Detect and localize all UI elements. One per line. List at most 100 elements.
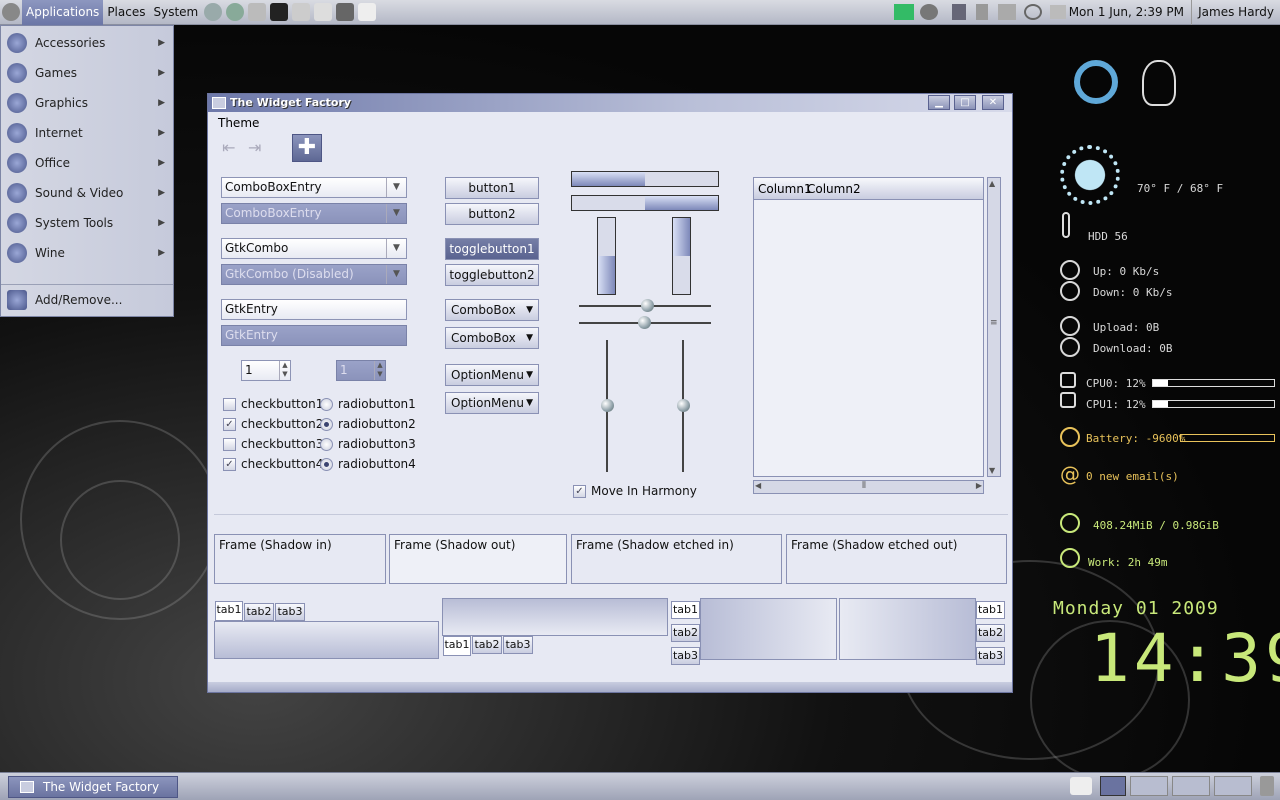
togglebutton2[interactable]: togglebutton2	[445, 264, 539, 286]
notebook-right-tab1[interactable]: tab1	[976, 601, 1005, 619]
battery-icon[interactable]	[952, 4, 966, 20]
menu-item-wine[interactable]: Wine ▶	[1, 238, 173, 268]
combobox2[interactable]: ComboBox ▼	[445, 327, 539, 349]
file-icon[interactable]	[248, 3, 267, 21]
window-statusbar	[208, 682, 1012, 692]
chevron-down-icon[interactable]: ▼	[386, 239, 406, 258]
notebook-top-tab3[interactable]: tab3	[275, 603, 305, 621]
title-bar[interactable]: The Widget Factory ▁ □ ✕	[208, 94, 1012, 112]
volume-icon[interactable]	[976, 4, 988, 20]
notebook-top-tab2[interactable]: tab2	[244, 603, 274, 621]
notebook-left-tab1[interactable]: tab1	[671, 601, 700, 619]
terminal-icon[interactable]	[270, 3, 289, 21]
notebook-right-tab2[interactable]: tab2	[976, 624, 1005, 642]
menu-item-sound-video[interactable]: Sound & Video ▶	[1, 178, 173, 208]
places-menu[interactable]: Places	[103, 0, 149, 25]
gtk-entry[interactable]: GtkEntry	[221, 299, 407, 320]
radiobutton2-circle[interactable]	[320, 418, 333, 431]
checkbutton2-box[interactable]: ✓	[223, 418, 236, 431]
monitor-icon[interactable]	[894, 4, 914, 20]
horizontal-scrollbar[interactable]: ◀ ⦀ ▶	[753, 480, 984, 494]
notebook-left	[700, 598, 837, 660]
notebook-right-tab3[interactable]: tab3	[976, 647, 1005, 665]
vertical-scrollbar[interactable]: ▲ ≡ ▼	[987, 177, 1001, 477]
menu-item-office[interactable]: Office ▶	[1, 148, 173, 178]
panel-clock[interactable]: Mon 1 Jun, 2:39 PM	[1069, 0, 1184, 25]
radiobutton3-circle[interactable]	[320, 438, 333, 451]
notes-icon[interactable]	[314, 3, 333, 21]
notebook-left-tab2[interactable]: tab2	[671, 624, 700, 642]
scroll-left-icon[interactable]: ◀	[755, 481, 761, 490]
combobox1[interactable]: ComboBox ▼	[445, 299, 539, 321]
workspace-3[interactable]	[1172, 776, 1210, 796]
system-menu[interactable]: System	[149, 0, 202, 25]
checkbutton3-box[interactable]	[223, 438, 236, 451]
maximize-button[interactable]: □	[954, 95, 976, 110]
chevron-down-icon[interactable]: ▼	[386, 178, 406, 197]
notebook-left-tab3[interactable]: tab3	[671, 647, 700, 665]
notebook-bottom-tab2[interactable]: tab2	[472, 636, 502, 654]
workspace-4[interactable]	[1214, 776, 1252, 796]
mail-icon[interactable]	[226, 3, 245, 21]
back-icon[interactable]: ⇤	[222, 138, 244, 158]
theme-menu[interactable]: Theme	[218, 116, 259, 130]
hprogress-2	[571, 195, 719, 211]
button1[interactable]: button1	[445, 177, 539, 199]
scroll-up-icon[interactable]: ▲	[989, 179, 995, 188]
spin-arrows-icon[interactable]: ▲ ▼	[279, 361, 290, 380]
checkbutton4-box[interactable]: ✓	[223, 458, 236, 471]
hscale-2-knob[interactable]	[638, 316, 651, 329]
togglebutton1[interactable]: togglebutton1	[445, 238, 539, 260]
net-up: Up: 0 Kb/s	[1093, 265, 1160, 278]
camera-icon[interactable]	[336, 3, 355, 21]
column2-header[interactable]: Column2	[807, 182, 861, 196]
show-desktop-icon[interactable]	[1070, 777, 1092, 795]
optionmenu2[interactable]: OptionMenu ▼	[445, 392, 539, 414]
games-icon	[7, 63, 27, 83]
scroll-grip-icon[interactable]: ≡	[990, 318, 998, 328]
combobox-entry[interactable]: ComboBoxEntry ▼	[221, 177, 407, 198]
optionmenu1[interactable]: OptionMenu ▼	[445, 364, 539, 386]
notebook-bottom-tab3[interactable]: tab3	[503, 636, 533, 654]
button2[interactable]: button2	[445, 203, 539, 225]
column1-header[interactable]: Column1	[758, 182, 812, 196]
workspace-2[interactable]	[1130, 776, 1168, 796]
workspace-1[interactable]	[1100, 776, 1126, 796]
harmony-checkbox[interactable]: ✓	[573, 485, 586, 498]
user-switcher[interactable]: James Hardy	[1191, 0, 1274, 25]
menu-item-system-tools[interactable]: System Tools ▶	[1, 208, 173, 238]
minimize-button[interactable]: ▁	[928, 95, 950, 110]
forward-icon[interactable]: ⇥	[248, 138, 270, 158]
notebook-top-tab1[interactable]: tab1	[215, 601, 243, 621]
radiobutton1-circle[interactable]	[320, 398, 333, 411]
editor-icon[interactable]	[292, 3, 311, 21]
add-icon[interactable]: ✚	[292, 134, 322, 162]
scroll-down-icon[interactable]: ▼	[989, 466, 995, 475]
trash-icon[interactable]	[1260, 776, 1274, 796]
scroll-right-icon[interactable]: ▶	[976, 481, 982, 490]
cpu1-bar	[1152, 400, 1275, 408]
menu-item-add-remove[interactable]: Add/Remove...	[1, 284, 173, 314]
applications-menu[interactable]: Applications	[22, 0, 104, 25]
network-icon[interactable]	[998, 4, 1016, 20]
tree-view[interactable]: Column1 Column2	[753, 177, 984, 477]
keyboard-icon[interactable]	[358, 3, 377, 21]
notebook-bottom-tab1[interactable]: tab1	[443, 636, 471, 656]
vscale-1-knob[interactable]	[601, 399, 614, 412]
search-icon[interactable]	[1024, 4, 1042, 20]
gnome-foot-icon[interactable]	[2, 3, 20, 21]
menu-item-games[interactable]: Games ▶	[1, 58, 173, 88]
gtkcombo[interactable]: GtkCombo ▼	[221, 238, 407, 259]
menu-item-internet[interactable]: Internet ▶	[1, 118, 173, 148]
scroll-grip-icon[interactable]: ⦀	[862, 481, 866, 491]
hscale-1-knob[interactable]	[641, 299, 654, 312]
browser-icon[interactable]	[204, 3, 223, 21]
radiobutton4-circle[interactable]	[320, 458, 333, 471]
vscale-2-knob[interactable]	[677, 399, 690, 412]
checkbutton1-box[interactable]	[223, 398, 236, 411]
spin-button[interactable]: 1 ▲ ▼	[241, 360, 291, 381]
menu-item-accessories[interactable]: Accessories ▶	[1, 28, 173, 58]
power-icon[interactable]	[920, 4, 938, 20]
close-button[interactable]: ✕	[982, 95, 1004, 110]
menu-item-graphics[interactable]: Graphics ▶	[1, 88, 173, 118]
